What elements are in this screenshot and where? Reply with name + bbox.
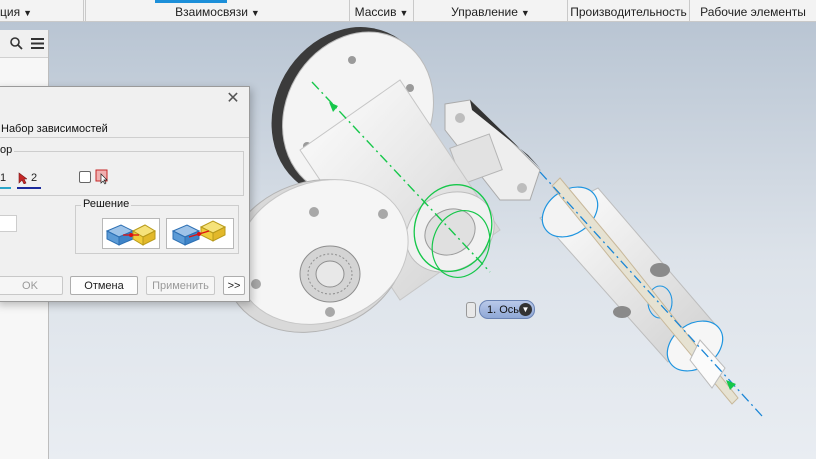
ribbon-group-label: Массив	[354, 5, 397, 19]
mate-solution-icon	[105, 224, 157, 246]
selection-group-label: ор	[0, 144, 15, 156]
menu-icon[interactable]	[31, 38, 44, 49]
ribbon-group-label: ция	[0, 5, 21, 19]
shaft-part[interactable]	[533, 177, 739, 405]
cancel-button[interactable]: Отмена	[70, 276, 138, 295]
solution-flush-button[interactable]	[166, 218, 234, 249]
ribbon-group-productivity[interactable]: Производительность	[568, 0, 690, 22]
axis-tag-text: 1. Ось	[487, 304, 520, 316]
ribbon-group-label: Управление	[451, 5, 518, 19]
ok-button[interactable]: OK	[0, 276, 63, 295]
ribbon-panel-bar: ция ▼ Взаимосвязи ▼ Массив ▼ Управление ▼ Пр…	[0, 0, 816, 22]
ribbon-group-label: Рабочие элементы	[700, 5, 806, 19]
ribbon-group-label: Производительность	[570, 5, 687, 19]
axis-tag-label[interactable]: 1. Ось ▼	[479, 300, 535, 319]
grip-handle-icon[interactable]	[466, 302, 476, 318]
chevron-down-icon: ▼	[23, 8, 32, 18]
close-icon[interactable]: ✕	[226, 91, 240, 107]
solution-mate-button[interactable]	[102, 218, 160, 249]
ribbon-group-relationships[interactable]: Взаимосвязи ▼	[86, 0, 350, 22]
pick-part-first-icon	[95, 169, 108, 185]
constraint-set-dialog: ✕ Набор зависимостей ор 1 2 Решение OK О…	[0, 86, 250, 302]
shaft-axis-line[interactable]	[539, 171, 763, 417]
chevron-down-icon: ▼	[399, 8, 409, 18]
ribbon-group-manage[interactable]: Управление ▼	[414, 0, 568, 22]
solution-group-label: Решение	[81, 198, 132, 210]
apply-button[interactable]: Применить	[146, 276, 215, 295]
tab-divider	[0, 137, 249, 138]
expand-button[interactable]: >>	[223, 276, 245, 295]
ribbon-group-modification[interactable]: ция ▼	[0, 0, 84, 22]
offset-input[interactable]	[0, 215, 17, 232]
selection1-button[interactable]: 1	[0, 169, 11, 189]
ribbon-group-label: Взаимосвязи	[175, 5, 248, 19]
chevron-down-icon: ▼	[250, 8, 260, 18]
cursor-arrow-icon	[18, 172, 27, 184]
ribbon-group-work-features[interactable]: Рабочие элементы	[690, 0, 816, 22]
chevron-down-icon: ▼	[520, 8, 530, 18]
selection2-label: 2	[31, 172, 38, 184]
selection1-label: 1	[0, 172, 7, 184]
search-icon[interactable]	[10, 37, 23, 50]
pick-part-first-checkbox[interactable]	[79, 171, 91, 183]
flush-solution-icon	[171, 220, 227, 246]
selection2-button[interactable]: 2	[17, 169, 41, 189]
ribbon-group-pattern[interactable]: Массив ▼	[350, 0, 414, 22]
browser-toolbar	[0, 30, 48, 58]
tab-constraint-set[interactable]: Набор зависимостей	[1, 123, 108, 135]
chevron-down-icon[interactable]: ▼	[519, 303, 532, 316]
